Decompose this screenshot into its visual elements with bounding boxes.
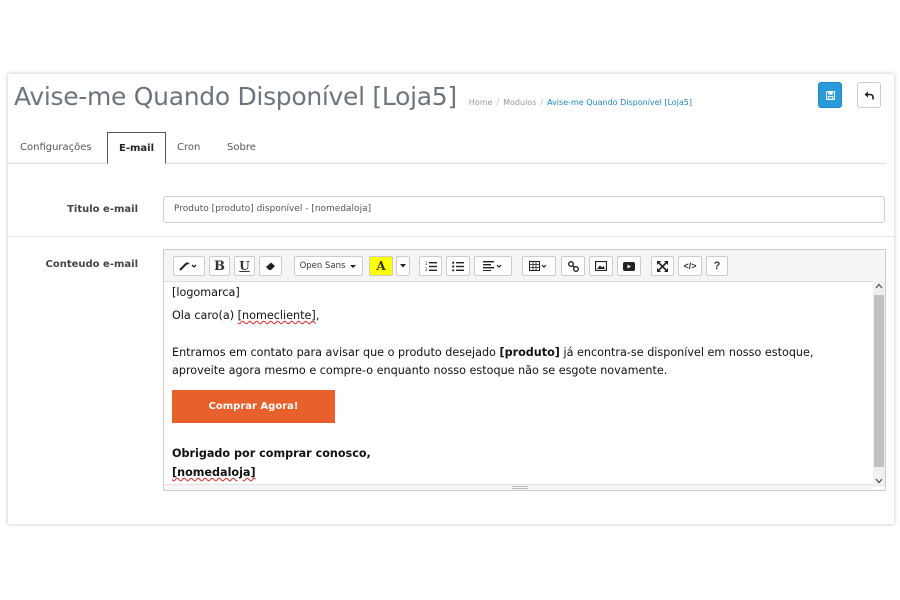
tab-cron[interactable]: Cron: [177, 132, 200, 163]
title-label: Titulo e-mail: [67, 204, 138, 215]
unordered-list-icon[interactable]: [446, 256, 470, 276]
logo-placeholder: [logomarca]: [172, 286, 240, 299]
thanks-line: Obrigado por comprar conosco,: [172, 447, 371, 460]
tab-email[interactable]: E-mail: [107, 132, 167, 164]
fullscreen-glyph: [657, 260, 668, 272]
breadcrumb: Home / Modulos / Avise-me Quando Disponível …: [468, 98, 693, 107]
page-header: Avise-me Quando Disponível [Loja5] Home /…: [14, 82, 692, 116]
breadcrumb-home[interactable]: Home: [469, 98, 493, 107]
body-paragraph: Entramos em contato para avisar que o pr…: [172, 344, 862, 380]
font-select[interactable]: Open Sans: [294, 256, 363, 276]
svg-text:2: 2: [425, 267, 428, 272]
body-prefix: Entramos em contato para avisar que o pr…: [172, 346, 500, 359]
tab-configuracoes[interactable]: Configurações: [20, 132, 92, 163]
save-icon: [825, 90, 835, 100]
unordered-list-glyph: [452, 261, 464, 271]
code-view-icon[interactable]: </>: [678, 256, 702, 276]
rich-text-editor[interactable]: B U Open Sans A 1 2 </> ? [logomarca] Ol…: [163, 249, 886, 491]
picture-glyph: [595, 261, 607, 271]
back-button[interactable]: [857, 82, 881, 108]
underline-icon[interactable]: U: [234, 256, 255, 276]
editor-scrollbar[interactable]: [873, 281, 885, 487]
eraser-icon[interactable]: [259, 256, 282, 276]
scroll-thumb[interactable]: [874, 295, 884, 467]
video-icon[interactable]: [617, 256, 641, 276]
table-icon[interactable]: [522, 256, 556, 276]
magic-icon: [179, 261, 197, 271]
align-icon[interactable]: [474, 256, 512, 276]
tab-sobre[interactable]: Sobre: [227, 132, 256, 163]
buy-now-button[interactable]: Comprar Agora!: [172, 390, 335, 423]
module-panel: Avise-me Quando Disponível [Loja5] Home /…: [8, 74, 894, 524]
align-glyph: [483, 261, 502, 271]
chevron-down-icon: [350, 264, 357, 268]
greeting-suffix: ,: [315, 309, 320, 322]
scroll-down-icon[interactable]: [875, 478, 883, 484]
email-title-input[interactable]: Produto [produto] disponível - [nomedalo…: [163, 196, 885, 223]
editor-toolbar: B U Open Sans A 1 2 </> ?: [164, 250, 885, 282]
table-glyph: [529, 261, 547, 271]
greeting-prefix: Ola caro(a): [172, 309, 238, 322]
tab-bar: Configurações E-mail Cron Sobre: [8, 132, 886, 164]
scroll-up-icon[interactable]: [875, 283, 883, 289]
svg-text:1: 1: [425, 261, 428, 266]
ordered-list-icon[interactable]: 1 2: [419, 256, 442, 276]
chevron-down-icon: [400, 264, 406, 268]
page-title: Avise-me Quando Disponível [Loja5]: [14, 82, 457, 111]
text-color-dropdown[interactable]: [396, 256, 410, 276]
style-button[interactable]: [173, 256, 205, 276]
breadcrumb-modulos[interactable]: Modulos: [503, 98, 536, 107]
save-button[interactable]: [818, 82, 842, 108]
back-arrow-icon: [864, 91, 874, 99]
help-icon[interactable]: ?: [706, 256, 728, 276]
picture-icon[interactable]: [589, 256, 613, 276]
video-glyph: [623, 261, 635, 271]
greeting-variable: [nomecliente]: [237, 309, 316, 322]
bold-icon[interactable]: B: [209, 256, 230, 276]
greeting-line: Ola caro(a) [nomecliente],: [172, 309, 319, 322]
link-icon[interactable]: [561, 256, 585, 276]
grip-icon: [512, 486, 528, 489]
editor-resize-handle[interactable]: [164, 484, 873, 490]
content-label: Conteudo e-mail: [45, 259, 138, 270]
link-glyph: [567, 260, 579, 272]
eraser-glyph: [265, 262, 275, 270]
breadcrumb-current[interactable]: Avise-me Quando Disponível [Loja5]: [547, 98, 692, 107]
body-variable: [produto]: [499, 346, 560, 359]
signature-line: [nomedaloja]: [172, 466, 256, 479]
font-select-label: Open Sans: [299, 261, 346, 271]
form-divider: [8, 236, 894, 237]
ordered-list-glyph: 1 2: [425, 261, 437, 272]
text-color-icon[interactable]: A: [369, 256, 393, 276]
fullscreen-icon[interactable]: [651, 256, 674, 276]
